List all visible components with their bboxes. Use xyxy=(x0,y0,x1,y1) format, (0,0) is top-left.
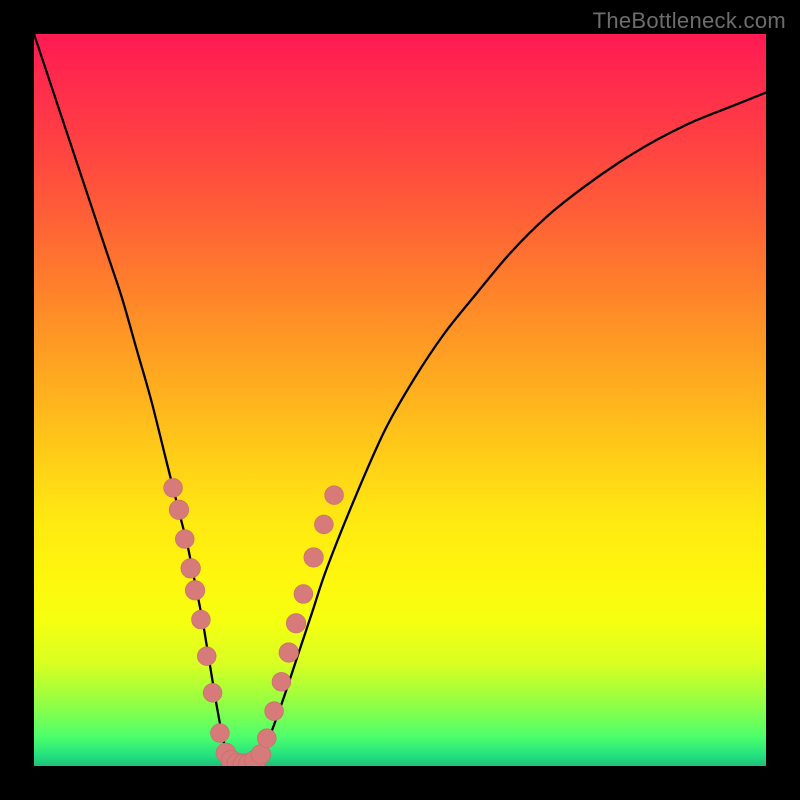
data-marker xyxy=(294,585,313,604)
watermark-text: TheBottleneck.com xyxy=(593,8,786,34)
data-marker xyxy=(257,729,276,748)
data-marker xyxy=(169,500,189,520)
data-marker xyxy=(203,683,222,702)
data-marker xyxy=(314,515,333,534)
data-marker xyxy=(197,647,216,666)
data-marker xyxy=(304,548,324,568)
chart-frame: TheBottleneck.com xyxy=(0,0,800,800)
data-marker xyxy=(164,478,183,497)
data-marker xyxy=(181,559,201,579)
bottleneck-curve xyxy=(34,34,766,765)
plot-area xyxy=(34,34,766,766)
data-marker xyxy=(325,486,344,505)
data-marker xyxy=(175,530,194,549)
data-marker xyxy=(192,610,211,629)
data-marker xyxy=(279,643,299,663)
marker-group xyxy=(164,478,344,766)
data-marker xyxy=(185,581,205,601)
data-marker xyxy=(265,702,284,721)
data-marker xyxy=(286,614,306,634)
data-marker xyxy=(211,724,230,743)
chart-svg xyxy=(34,34,766,766)
data-marker xyxy=(272,672,291,691)
